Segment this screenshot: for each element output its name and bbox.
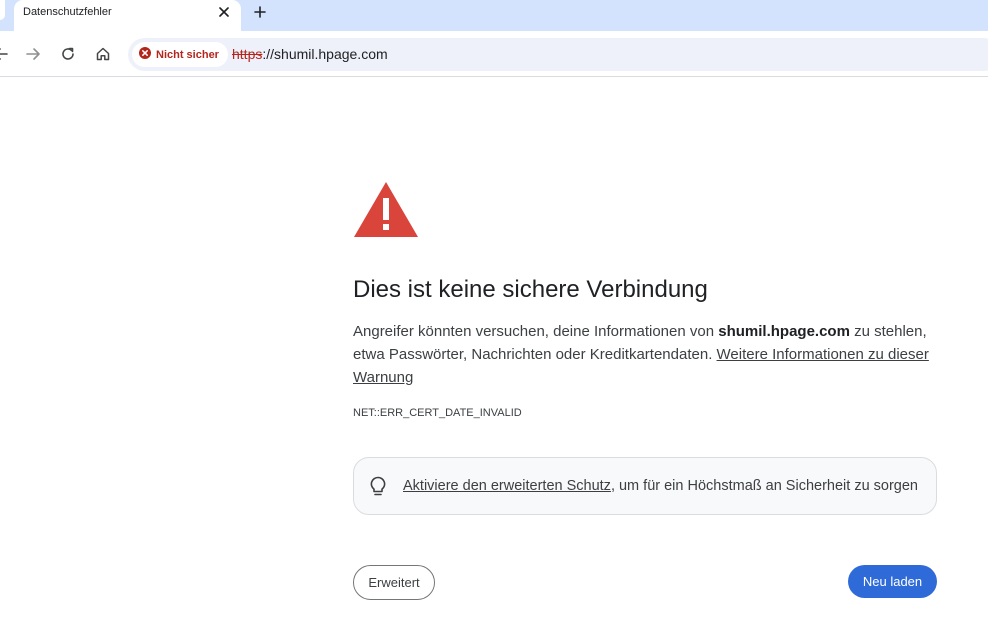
- security-chip-label: Nicht sicher: [156, 48, 219, 61]
- advanced-button[interactable]: Erweitert: [353, 565, 435, 600]
- promo-text-rest: , um für ein Höchstmaß an Sicherheit zu …: [610, 478, 918, 494]
- error-code: NET::ERR_CERT_DATE_INVALID: [353, 407, 522, 419]
- enhanced-protection-promo: Aktiviere den erweiterten Schutz, um für…: [353, 457, 937, 515]
- plus-icon[interactable]: [251, 3, 269, 21]
- site-domain: shumil.hpage.com: [718, 323, 850, 340]
- url-scheme: https: [232, 46, 263, 62]
- page-title: Dies ist keine sichere Verbindung: [353, 276, 708, 303]
- tab-title: Datenschutzfehler: [23, 6, 112, 18]
- reload-button[interactable]: Neu laden: [848, 565, 937, 598]
- close-icon[interactable]: [216, 4, 232, 20]
- enhanced-protection-link[interactable]: Aktiviere den erweiterten Schutz: [403, 478, 611, 494]
- lightbulb-icon: [369, 476, 387, 503]
- tab-active[interactable]: Datenschutzfehler: [14, 0, 241, 31]
- url-host: ://shumil.hpage.com: [262, 46, 388, 62]
- error-circle-icon: [139, 46, 151, 64]
- forward-arrow-icon[interactable]: [23, 44, 43, 64]
- url-text[interactable]: https://shumil.hpage.com: [232, 46, 388, 62]
- security-chip[interactable]: Nicht sicher: [132, 42, 228, 67]
- back-arrow-icon[interactable]: [0, 44, 11, 64]
- browser-toolbar: Nicht sicher https://shumil.hpage.com: [0, 31, 988, 77]
- address-bar[interactable]: Nicht sicher https://shumil.hpage.com: [128, 38, 988, 71]
- reload-icon[interactable]: [58, 44, 78, 64]
- promo-text: Aktiviere den erweiterten Schutz, um für…: [403, 478, 918, 494]
- tab-strip: Datenschutzfehler: [0, 0, 988, 31]
- warning-triangle-icon: [353, 180, 419, 243]
- description-text-1: Angreifer könnten versuchen, deine Infor…: [353, 323, 719, 340]
- previous-tab-edge[interactable]: [0, 0, 5, 20]
- warning-description: Angreifer könnten versuchen, deine Infor…: [353, 320, 937, 389]
- home-icon[interactable]: [93, 44, 113, 64]
